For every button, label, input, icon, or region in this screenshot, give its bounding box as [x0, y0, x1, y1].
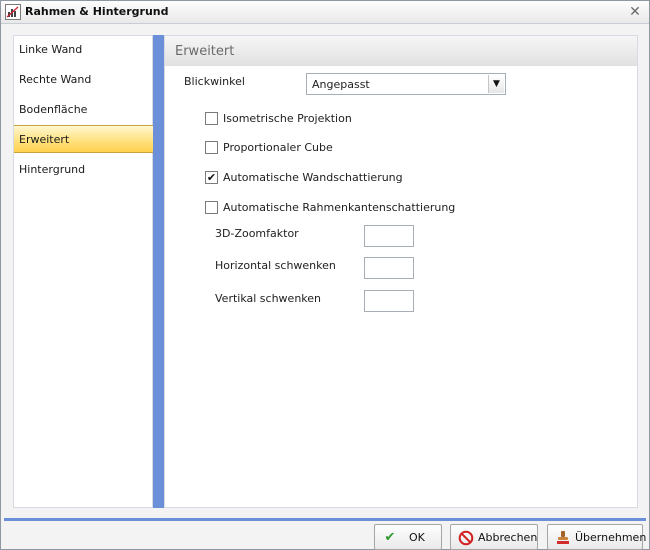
footer-divider: [4, 518, 646, 521]
checkmark-icon: ✔: [384, 530, 396, 545]
horizontal-pan-input[interactable]: [364, 257, 414, 279]
settings-panel: Erweitert Blickwinkel Angepasst ▼ Isomet…: [164, 35, 638, 508]
auto-wall-shading-checkbox[interactable]: ✔: [205, 171, 218, 184]
isometric-projection-label: Isometrische Projektion: [223, 112, 352, 125]
title-bar: Rahmen & Hintergrund ✕: [1, 1, 649, 24]
vertical-pan-label: Vertikal schwenken: [215, 292, 322, 305]
vertical-pan-input[interactable]: [364, 290, 414, 312]
cancel-button-label: Abbrechen: [478, 531, 538, 544]
cancel-button[interactable]: Abbrechen: [450, 524, 538, 550]
panel-divider: [153, 35, 164, 508]
panel-title: Erweitert: [175, 44, 235, 59]
sidebar-item-hintergrund[interactable]: Hintergrund: [14, 156, 153, 184]
panel-header: Erweitert: [165, 36, 637, 66]
viewing-angle-value: Angepasst: [312, 78, 370, 91]
apply-button[interactable]: Übernehmen: [547, 524, 647, 550]
chart-frame-icon: [5, 4, 21, 20]
ok-button-label: OK: [409, 531, 425, 544]
sidebar: Linke Wand Rechte Wand Bodenfläche Erwei…: [13, 35, 153, 508]
sidebar-item-erweitert[interactable]: Erweitert: [14, 125, 153, 153]
viewing-angle-label: Blickwinkel: [184, 75, 245, 88]
viewing-angle-select[interactable]: Angepasst ▼: [306, 73, 506, 95]
ok-button[interactable]: ✔ OK: [374, 524, 442, 550]
window-title: Rahmen & Hintergrund: [25, 5, 169, 18]
dialog-window: Rahmen & Hintergrund ✕ Linke Wand Rechte…: [0, 0, 650, 550]
stamp-icon: [555, 530, 571, 546]
auto-frame-edge-shading-checkbox[interactable]: [205, 201, 218, 214]
sidebar-item-linke-wand[interactable]: Linke Wand: [14, 36, 153, 64]
auto-frame-edge-shading-label: Automatische Rahmenkantenschattierung: [223, 201, 456, 214]
apply-button-label: Übernehmen: [575, 531, 647, 544]
sidebar-item-bodenflaeche[interactable]: Bodenfläche: [14, 96, 153, 124]
sidebar-item-rechte-wand[interactable]: Rechte Wand: [14, 66, 153, 94]
auto-wall-shading-label: Automatische Wandschattierung: [223, 171, 403, 184]
close-icon[interactable]: ✕: [627, 4, 643, 20]
proportional-cube-label: Proportionaler Cube: [223, 141, 333, 154]
zoom-factor-input[interactable]: [364, 225, 414, 247]
chevron-down-icon[interactable]: ▼: [488, 75, 504, 93]
proportional-cube-checkbox[interactable]: [205, 141, 218, 154]
isometric-projection-checkbox[interactable]: [205, 112, 218, 125]
cancel-icon: [458, 530, 474, 546]
horizontal-pan-label: Horizontal schwenken: [215, 259, 336, 272]
zoom-factor-label: 3D-Zoomfaktor: [215, 227, 299, 240]
